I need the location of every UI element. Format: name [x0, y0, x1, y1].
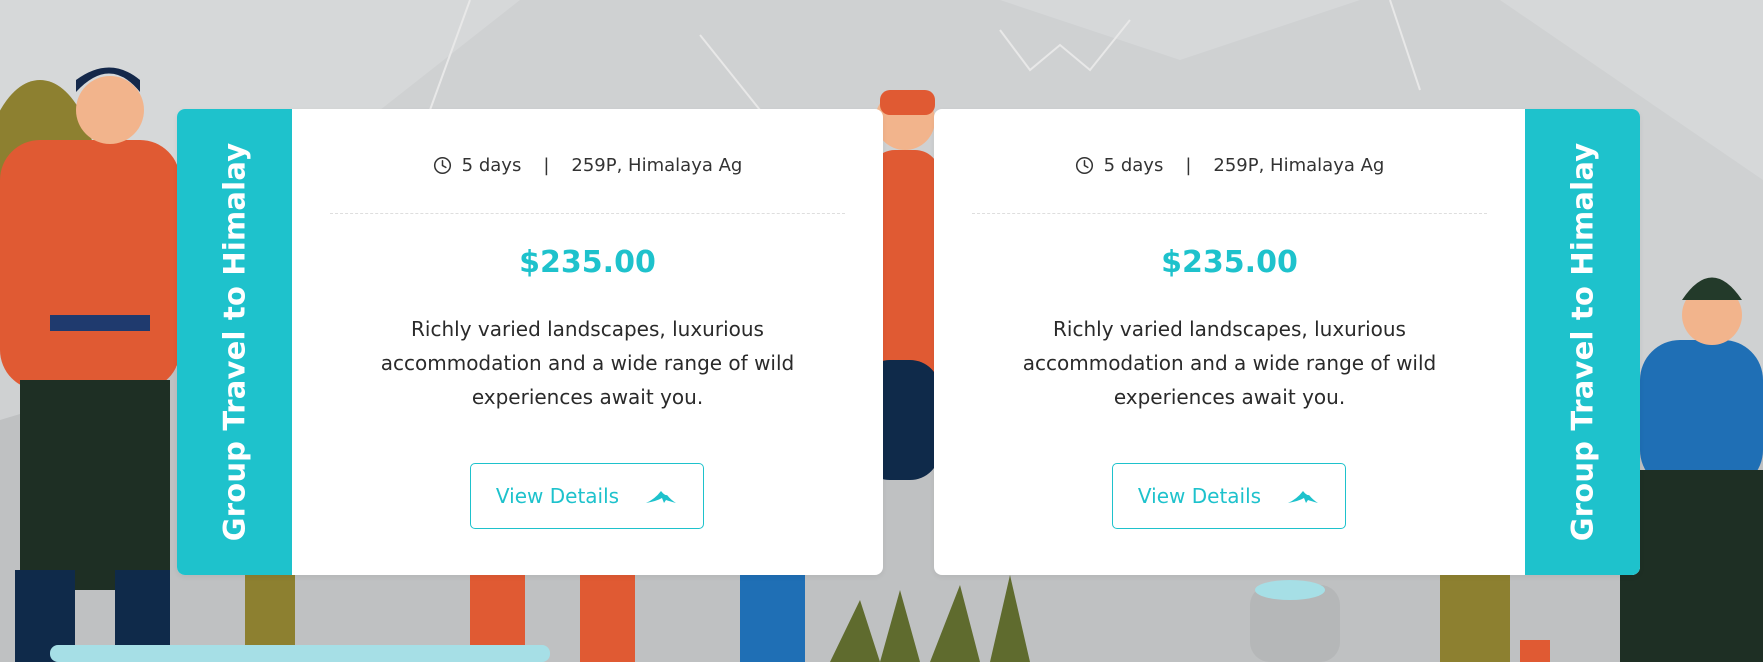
- description: Richly varied landscapes, luxurious acco…: [1022, 317, 1437, 409]
- tour-meta: 5 days | 259P, Himalaya Ag: [292, 155, 883, 176]
- price: $235.00: [519, 245, 656, 280]
- mountain-icon: [646, 491, 677, 503]
- card-content: 5 days | 259P, Himalaya Ag $235.00 Richl…: [934, 109, 1525, 575]
- card-title-strip: Group Travel to Himalay: [177, 109, 292, 575]
- location-text: 259P, Himalaya Ag: [1213, 155, 1385, 176]
- description: Richly varied landscapes, luxurious acco…: [380, 317, 795, 409]
- duration-text: 5 days: [1103, 155, 1164, 176]
- location-text: 259P, Himalaya Ag: [571, 155, 743, 176]
- tour-meta: 5 days | 259P, Himalaya Ag: [934, 155, 1525, 176]
- clock-icon: [1075, 156, 1093, 175]
- duration-text: 5 days: [461, 155, 522, 176]
- price: $235.00: [1161, 245, 1298, 280]
- tour-card-2: 5 days | 259P, Himalaya Ag $235.00 Richl…: [934, 109, 1640, 575]
- card-title[interactable]: Group Travel to Himalay: [218, 143, 252, 542]
- mountain-icon: [1288, 491, 1319, 503]
- divider: [972, 213, 1487, 214]
- clock-icon: [433, 156, 451, 175]
- divider: [330, 213, 845, 214]
- card-content: 5 days | 259P, Himalaya Ag $235.00 Richl…: [292, 109, 883, 575]
- meta-separator: |: [1185, 155, 1192, 176]
- tour-card-1: Group Travel to Himalay 5 days | 259P, H…: [177, 109, 883, 575]
- view-details-button[interactable]: View Details: [469, 463, 704, 529]
- card-title-strip: Group Travel to Himalay: [1525, 109, 1640, 575]
- card-title[interactable]: Group Travel to Himalay: [1566, 143, 1600, 542]
- meta-separator: |: [543, 155, 550, 176]
- view-details-label: View Details: [495, 484, 620, 508]
- view-details-label: View Details: [1137, 484, 1262, 508]
- view-details-button[interactable]: View Details: [1111, 463, 1346, 529]
